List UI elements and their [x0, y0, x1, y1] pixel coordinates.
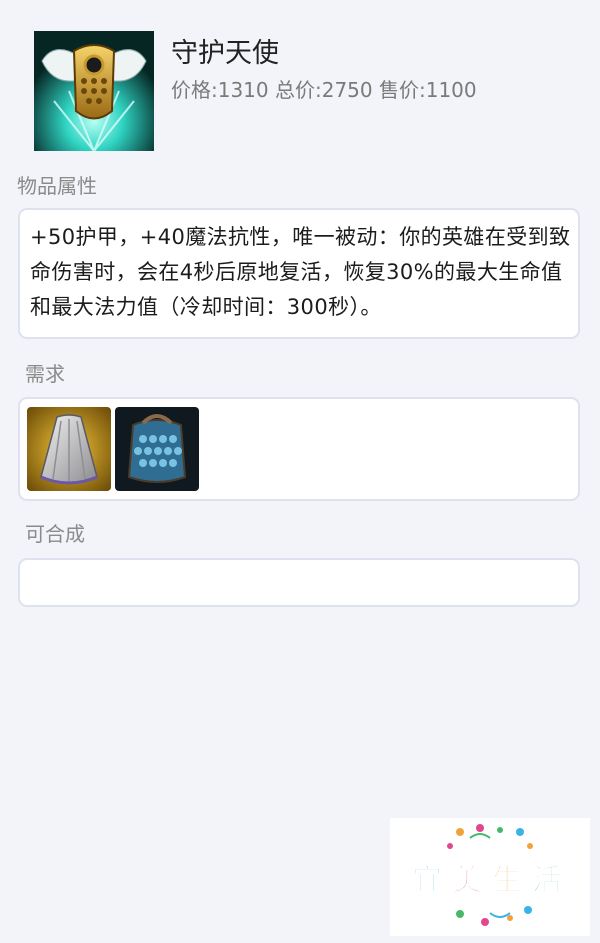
chain-vest-item-icon[interactable] [115, 407, 199, 491]
requirements-card [18, 397, 580, 501]
section-label-requirements: 需求 [25, 362, 65, 386]
item-header: 守护天使 价格:1310 总价:2750 售价:1100 [34, 31, 574, 153]
watermark-char-2: 美 [452, 863, 482, 897]
builds-into-card [18, 558, 580, 607]
cloak-item-icon[interactable] [27, 407, 111, 491]
item-name: 守护天使 [171, 38, 279, 69]
guardian-angel-item-icon [34, 31, 154, 151]
watermark-char-1: 宜 [412, 863, 442, 897]
attributes-card: +50护甲，+40魔法抗性，唯一被动：你的英雄在受到致命伤害时，会在4秒后原地复… [18, 208, 580, 339]
item-prices: 价格:1310 总价:2750 售价:1100 [171, 78, 477, 102]
section-label-attributes: 物品属性 [17, 174, 97, 198]
watermark-char-4: 活 [532, 864, 562, 897]
attributes-text: +50护甲，+40魔法抗性，唯一被动：你的英雄在受到致命伤害时，会在4秒后原地复… [30, 225, 571, 319]
section-label-builds-into: 可合成 [25, 522, 85, 546]
watermark-char-3: 生 [492, 864, 522, 897]
watermark-logo: 宜 美 生 活 [390, 818, 590, 936]
